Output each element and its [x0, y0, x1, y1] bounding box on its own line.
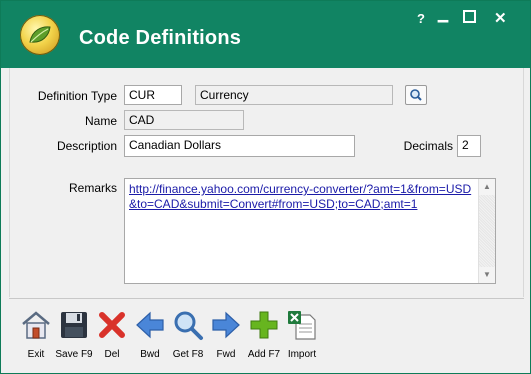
scroll-down-icon[interactable]: ▼: [479, 267, 495, 283]
definition-type-description-field: Currency: [195, 85, 393, 105]
name-field: CAD: [124, 110, 244, 130]
close-button[interactable]: ✕: [494, 9, 507, 27]
leaf-logo-icon: [20, 15, 60, 55]
definition-type-code-field[interactable]: CUR: [124, 85, 182, 105]
spreadsheet-import-icon: [288, 311, 316, 340]
delete-x-icon: [99, 312, 125, 338]
minimize-button[interactable]: ▁: [438, 7, 448, 23]
description-label: Description: [56, 139, 117, 153]
title-bar: Code Definitions ? ▁ ✕: [1, 1, 530, 68]
remarks-link[interactable]: http://finance.yahoo.com/currency-conver…: [129, 182, 479, 212]
remarks-textarea[interactable]: http://finance.yahoo.com/currency-conver…: [124, 178, 496, 284]
arrow-right-icon: [212, 311, 240, 339]
description-field[interactable]: Canadian Dollars: [124, 135, 355, 157]
import-label: Import: [287, 349, 317, 360]
remarks-scrollbar[interactable]: ▲ ▼: [478, 179, 495, 283]
code-definitions-window: Code Definitions ? ▁ ✕ Definition Type C…: [0, 0, 531, 374]
floppy-disk-icon: [61, 312, 87, 338]
scroll-up-icon[interactable]: ▲: [479, 179, 495, 195]
toolbar: Exit Save F9 Del Bwd Get F8 Fwd Add F7 I…: [1, 301, 531, 367]
home-icon: [22, 311, 50, 339]
decimals-label: Decimals: [403, 139, 453, 153]
import-button[interactable]: Import: [280, 309, 324, 363]
window-title: Code Definitions: [79, 27, 242, 49]
name-label: Name: [84, 114, 117, 128]
magnifier-icon: [410, 89, 422, 101]
plus-icon: [250, 311, 278, 339]
maximize-button[interactable]: [463, 10, 476, 23]
arrow-left-icon: [136, 311, 164, 339]
remarks-label: Remarks: [68, 181, 117, 195]
toolbar-divider: [9, 298, 524, 299]
help-button[interactable]: ?: [417, 11, 425, 26]
magnifier-icon: [174, 311, 203, 340]
definition-type-label: Definition Type: [37, 89, 117, 103]
decimals-field[interactable]: 2: [457, 135, 481, 157]
lookup-button[interactable]: [405, 85, 427, 105]
